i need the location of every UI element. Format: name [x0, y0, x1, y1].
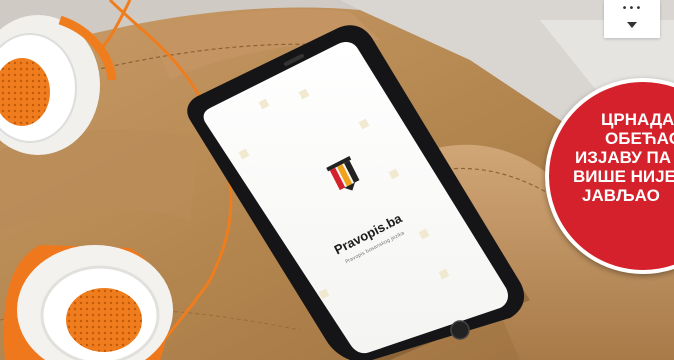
badge-line-3: ИЗЈАВУ ПА — [575, 148, 672, 167]
badge-line-1: ЦРНАДАК — [601, 110, 674, 129]
badge-line-2: ОБЕЋАО — [605, 129, 674, 148]
menu-expand-icon — [627, 22, 637, 28]
home-button-icon — [450, 320, 470, 340]
badge-line-5: ЈАВЉАО — [582, 186, 660, 205]
article-photo: Pravopis.ba Pravopis bosanskog jezika ••… — [0, 0, 674, 360]
dots-icon: ••• — [621, 3, 643, 14]
expand-menu-button[interactable]: ••• — [604, 0, 660, 38]
headphone-cup-bottom — [3, 245, 173, 360]
badge-line-4: ВИШЕ НИЈЕ — [573, 167, 674, 186]
